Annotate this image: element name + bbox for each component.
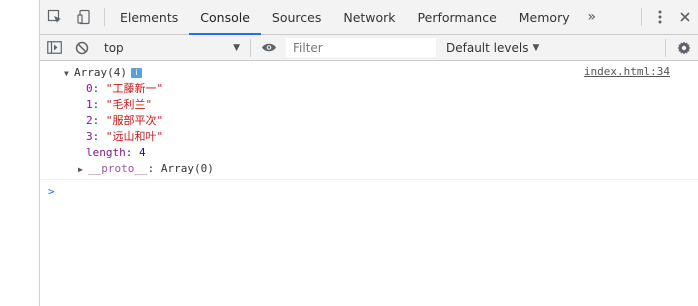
tab-network[interactable]: Network: [332, 0, 406, 34]
tab-label: Elements: [120, 9, 179, 25]
inspect-element-icon[interactable]: [40, 0, 70, 34]
levels-label: Default levels: [446, 40, 529, 55]
item-index: 2: [86, 114, 93, 127]
console-output: index.html:34 ▼ Array(4) i 0: "工藤新一" 1: "毛…: [40, 61, 698, 200]
tabbar-right-controls: [635, 0, 698, 34]
devtools-panel: Elements Console Sources Network Perform…: [40, 0, 698, 306]
more-tabs-glyph: »: [587, 9, 596, 25]
tab-label: Console: [200, 9, 250, 25]
length-key: length: [86, 146, 126, 159]
clear-console-icon[interactable]: [68, 35, 96, 60]
chevron-down-icon: ▼: [233, 42, 240, 53]
tab-elements[interactable]: Elements: [109, 0, 189, 34]
console-prompt[interactable]: >: [40, 180, 698, 200]
toolbar-divider: [641, 8, 642, 26]
colon: :: [147, 162, 161, 175]
show-sidebar-icon[interactable]: [40, 35, 68, 60]
console-toolbar-right: [661, 35, 698, 60]
array-proto[interactable]: ▶ __proto__: Array(0): [64, 161, 698, 177]
filter-placeholder: Filter: [293, 40, 323, 55]
more-tabs-icon[interactable]: »: [581, 9, 603, 25]
console-toolbar: top ▼ Filter Default levels ▼: [40, 35, 698, 61]
devtools-tabbar: Elements Console Sources Network Perform…: [40, 0, 698, 35]
chevron-down-icon: ▼: [532, 42, 540, 53]
tab-sources[interactable]: Sources: [261, 0, 332, 34]
length-value: 4: [139, 146, 146, 159]
toolbar-divider: [250, 38, 251, 57]
item-value: "工藤新一": [105, 82, 164, 95]
tab-console[interactable]: Console: [189, 0, 261, 35]
customize-menu-icon[interactable]: [648, 10, 672, 24]
page-viewport: [0, 0, 40, 306]
colon: :: [92, 82, 106, 95]
array-length: length: 4: [64, 145, 698, 161]
array-item: 3: "远山和叶": [64, 129, 698, 145]
item-index: 3: [86, 130, 93, 143]
live-expression-eye-icon[interactable]: [255, 35, 283, 60]
toolbar-divider: [665, 38, 666, 57]
tab-label: Memory: [518, 9, 570, 25]
expanded-triangle-icon[interactable]: ▼: [64, 66, 74, 82]
proto-value: Array(0): [160, 162, 214, 175]
array-item: 1: "毛利兰": [64, 97, 698, 113]
tab-label: Network: [343, 9, 396, 25]
context-label: top: [104, 40, 124, 55]
tab-performance[interactable]: Performance: [407, 0, 508, 34]
item-value: "服部平次": [105, 114, 164, 127]
colon: :: [92, 130, 106, 143]
log-levels-dropdown[interactable]: Default levels ▼: [446, 41, 539, 55]
tab-label: Sources: [271, 9, 322, 25]
tab-memory[interactable]: Memory: [508, 0, 581, 34]
device-toolbar-icon[interactable]: [70, 0, 100, 34]
context-selector[interactable]: top ▼: [98, 37, 246, 58]
toolbar-divider: [104, 8, 105, 26]
colon: :: [92, 98, 106, 111]
collapsed-triangle-icon[interactable]: ▶: [78, 162, 88, 178]
info-icon[interactable]: i: [130, 68, 142, 78]
array-item: 2: "服部平次": [64, 113, 698, 129]
source-link[interactable]: index.html:34: [584, 65, 670, 78]
console-settings-gear-icon[interactable]: [670, 35, 698, 60]
item-value: "远山和叶": [105, 130, 164, 143]
item-index: 0: [86, 82, 93, 95]
item-value: "毛利兰": [105, 98, 153, 111]
prompt-chevron-icon: >: [48, 185, 55, 198]
filter-input[interactable]: Filter: [286, 38, 436, 57]
tab-label: Performance: [417, 9, 497, 25]
close-icon[interactable]: [672, 11, 698, 23]
array-item: 0: "工藤新一": [64, 81, 698, 97]
console-log-message: index.html:34 ▼ Array(4) i 0: "工藤新一" 1: "毛…: [40, 61, 698, 180]
item-index: 1: [86, 98, 93, 111]
colon: :: [125, 146, 139, 159]
array-summary-label: Array(4): [74, 66, 127, 79]
proto-key: __proto__: [88, 162, 148, 175]
colon: :: [92, 114, 106, 127]
